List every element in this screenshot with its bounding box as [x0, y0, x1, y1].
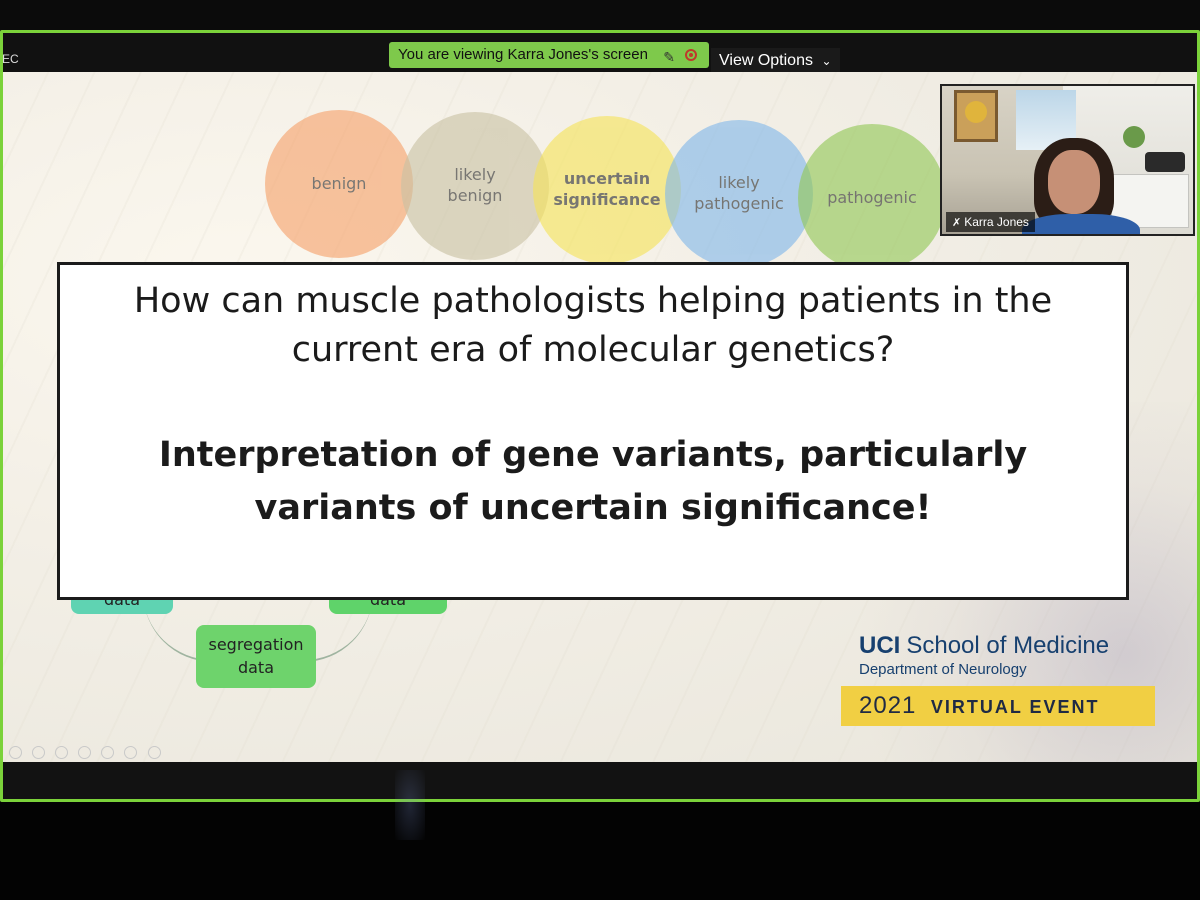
circle-likely-benign: likely benign	[401, 112, 549, 260]
uci-logo: UCI School of Medicine Department of Neur…	[859, 632, 1109, 678]
participant-video[interactable]: ✗ Karra Jones	[940, 84, 1195, 236]
viewing-banner-text: You are viewing Karra Jones's screen	[398, 46, 648, 63]
event-year: 2021	[859, 692, 917, 719]
screen-reflection	[395, 770, 425, 840]
view-options-button[interactable]: View Options ⌄	[711, 48, 840, 74]
video-painting	[954, 90, 998, 142]
circle-label: benign	[311, 173, 367, 193]
left-edge-label: EC	[2, 52, 19, 66]
viewing-screen-banner: You are viewing Karra Jones's screen ✎	[389, 42, 709, 68]
circle-uncertain-significance: uncertain significance	[533, 116, 681, 264]
slides-grid-icon[interactable]	[78, 746, 92, 759]
video-plant	[1123, 126, 1145, 148]
event-banner: 2021 VIRTUAL EVENT	[841, 686, 1155, 726]
slide-callout-box: How can muscle pathologists helping pati…	[57, 262, 1129, 600]
diagram-node-segregation: segregation data	[196, 625, 316, 688]
zoom-icon[interactable]	[101, 746, 115, 759]
school-name: UCI School of Medicine	[859, 632, 1109, 660]
circle-label: uncertain significance	[553, 169, 661, 209]
circle-pathogenic: pathogenic	[798, 124, 946, 272]
monitor-bezel-bottom	[0, 802, 1200, 900]
video-microscope	[1145, 152, 1185, 172]
pen-tool-icon[interactable]	[55, 746, 69, 759]
circle-label: pathogenic	[827, 187, 917, 207]
annotate-pen-icon[interactable]: ✎	[663, 44, 675, 70]
record-icon[interactable]	[685, 49, 697, 61]
more-options-icon[interactable]	[124, 746, 138, 759]
circle-label: likely benign	[447, 165, 503, 205]
next-slide-icon[interactable]	[32, 746, 46, 759]
school-name-bold: UCI	[859, 632, 901, 659]
view-options-label: View Options	[719, 52, 813, 69]
slide-answer: Interpretation of gene variants, particu…	[158, 435, 1028, 528]
event-label: VIRTUAL EVENT	[930, 697, 1100, 717]
mic-muted-icon: ✗	[952, 217, 962, 229]
circle-benign: benign	[265, 110, 413, 258]
chevron-down-icon: ⌄	[821, 54, 832, 68]
menu-icon[interactable]	[147, 746, 161, 759]
zoom-bottom-bar	[3, 762, 1197, 799]
department-name: Department of Neurology	[859, 661, 1027, 678]
circle-likely-pathogenic: likely pathogenic	[665, 120, 813, 268]
prev-slide-icon[interactable]	[9, 746, 22, 759]
participant-shirt	[1022, 214, 1140, 234]
participant-face	[1048, 150, 1100, 214]
participant-name: Karra Jones	[964, 215, 1029, 229]
slide-question: How can muscle pathologists helping pati…	[133, 281, 1053, 370]
slide-nav-controls	[9, 744, 166, 762]
participant-name-tag: ✗ Karra Jones	[946, 212, 1035, 232]
circle-label: likely pathogenic	[694, 173, 784, 213]
node-label: segregation data	[208, 635, 304, 677]
school-name-rest: School of Medicine	[906, 632, 1110, 659]
